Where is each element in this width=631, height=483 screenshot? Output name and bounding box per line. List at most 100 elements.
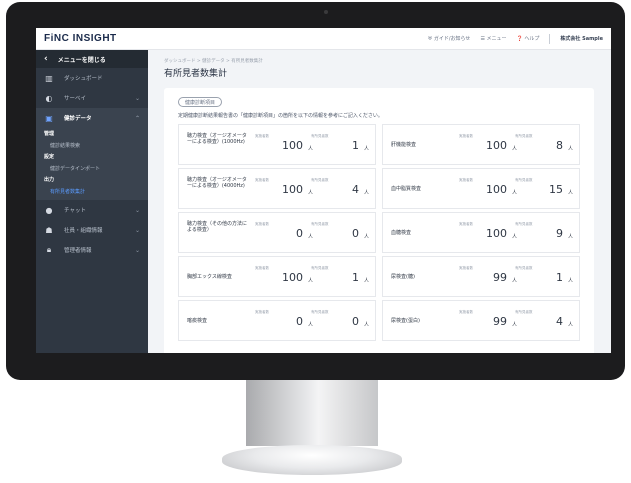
divider bbox=[549, 33, 551, 44]
exam-cell: 尿検査(糖) 実施者数 有所見者数 99 人 1 人 bbox=[382, 256, 580, 297]
findings-unit: 人 bbox=[567, 322, 573, 328]
exam-cell: 肝機能検査 実施者数 有所見者数 100 人 8 人 bbox=[382, 124, 580, 165]
submenu-item-findings-count[interactable]: 有所見者数集計 bbox=[36, 185, 148, 197]
app-logo[interactable]: FiNC INSIGHT bbox=[36, 33, 148, 44]
submenu-item-data-import[interactable]: 健診データインポート bbox=[36, 162, 148, 174]
exam-cell: 尿検査(蛋白) 実施者数 有所見者数 99 人 4 人 bbox=[382, 300, 580, 341]
sidebar: ‹ メニューを閉じる ▥ ダッシュボード ◐ サーベイ ⌄ ▣ 健診データ ⌃ … bbox=[36, 50, 148, 353]
exam-name: 尿検査(蛋白) bbox=[391, 318, 420, 324]
camera-dot bbox=[324, 10, 328, 14]
findings-label: 有所見者数 bbox=[515, 222, 533, 226]
exam-name: 胸部エックス線検査 bbox=[187, 274, 232, 280]
findings-label: 有所見者数 bbox=[515, 134, 533, 138]
exam-cell: 聴力検査（オージオメーターによる検査）(1000Hz) 実施者数 有所見者数 100 人… bbox=[178, 124, 376, 165]
person-icon: ☗ bbox=[45, 225, 53, 235]
findings-count: 1 bbox=[352, 271, 359, 284]
sidebar-item-dashboard[interactable]: ▥ ダッシュボード bbox=[36, 68, 148, 88]
guide-link[interactable]: ♅ ガイド/お知らせ bbox=[428, 35, 471, 42]
clipboard-icon: ▣ bbox=[45, 113, 53, 123]
findings-count: 8 bbox=[556, 139, 563, 152]
findings-unit: 人 bbox=[567, 278, 573, 284]
breadcrumb[interactable]: ダッシュボード > 健診データ > 有所見者数集計 bbox=[164, 58, 263, 64]
findings-label: 有所見者数 bbox=[311, 310, 329, 314]
implemented-label: 実施者数 bbox=[459, 310, 473, 314]
survey-icon: ◐ bbox=[45, 93, 53, 103]
top-bar: FiNC INSIGHT ♅ ガイド/お知らせ ☰ メニュー ❓ ヘルプ 株式会… bbox=[36, 28, 611, 50]
close-menu-button[interactable]: ‹ メニューを閉じる bbox=[36, 50, 148, 68]
findings-unit: 人 bbox=[363, 322, 369, 328]
exam-cell: 聴力検査（オージオメーターによる検査）(4000Hz) 実施者数 有所見者数 100 人… bbox=[178, 168, 376, 209]
implemented-unit: 人 bbox=[307, 146, 313, 152]
exam-name: 聴力検査（その他の方法による検査） bbox=[187, 221, 248, 234]
findings-unit: 人 bbox=[567, 190, 573, 196]
exam-name: 血糖検査 bbox=[391, 230, 412, 236]
submenu-item-result-search[interactable]: 健診結果検索 bbox=[36, 139, 148, 151]
implemented-count: 100 bbox=[282, 271, 303, 284]
help-link[interactable]: ❓ ヘルプ bbox=[517, 35, 540, 42]
exam-cell: 胸部エックス線検査 実施者数 有所見者数 100 人 1 人 bbox=[178, 256, 376, 297]
implemented-count: 0 bbox=[296, 315, 303, 328]
monitor-stand-base bbox=[222, 445, 402, 475]
findings-label: 有所見者数 bbox=[515, 310, 533, 314]
exam-name: 聴力検査（オージオメーターによる検査）(1000Hz) bbox=[187, 133, 247, 146]
implemented-count: 100 bbox=[282, 183, 303, 196]
company-name[interactable]: 株式会社 Sample bbox=[560, 35, 603, 42]
implemented-count: 0 bbox=[296, 227, 303, 240]
implemented-label: 実施者数 bbox=[255, 266, 269, 270]
menu-link[interactable]: ☰ メニュー bbox=[480, 35, 506, 42]
section-tag: 健康診断項目 bbox=[178, 97, 223, 107]
findings-unit: 人 bbox=[363, 190, 369, 196]
implemented-label: 実施者数 bbox=[459, 134, 473, 138]
exam-name: 聴力検査（オージオメーターによる検査）(4000Hz) bbox=[187, 177, 247, 190]
health-data-submenu: 管理 健診結果検索 設定 健診データインポート 出力 有所見者数集計 bbox=[36, 128, 148, 200]
sidebar-item-employees[interactable]: ☗ 社員・組織情報 ⌄ bbox=[36, 220, 148, 240]
findings-label: 有所見者数 bbox=[311, 178, 329, 182]
implemented-unit: 人 bbox=[511, 146, 517, 152]
submenu-heading-manage: 管理 bbox=[44, 131, 55, 137]
lock-icon: 🔒︎ bbox=[46, 245, 52, 254]
sidebar-item-health-data[interactable]: ▣ 健診データ ⌃ bbox=[36, 108, 148, 128]
findings-label: 有所見者数 bbox=[311, 266, 329, 270]
bell-icon: ♅ bbox=[427, 36, 433, 42]
implemented-label: 実施者数 bbox=[255, 222, 269, 226]
implemented-count: 100 bbox=[282, 139, 303, 152]
findings-count: 9 bbox=[556, 227, 563, 240]
implemented-count: 100 bbox=[486, 139, 507, 152]
implemented-label: 実施者数 bbox=[459, 222, 473, 226]
chevron-down-icon: ⌄ bbox=[134, 246, 140, 254]
implemented-unit: 人 bbox=[511, 322, 517, 328]
implemented-unit: 人 bbox=[307, 322, 313, 328]
implemented-count: 99 bbox=[493, 271, 507, 284]
exam-name: 血中脂質検査 bbox=[391, 186, 422, 192]
top-links: ♅ ガイド/お知らせ ☰ メニュー ❓ ヘルプ 株式会社 Sample bbox=[428, 33, 611, 44]
exam-cell: 血糖検査 実施者数 有所見者数 100 人 9 人 bbox=[382, 212, 580, 253]
implemented-unit: 人 bbox=[307, 234, 313, 240]
chevron-down-icon: ⌄ bbox=[134, 94, 140, 102]
findings-count: 4 bbox=[352, 183, 359, 196]
findings-unit: 人 bbox=[363, 278, 369, 284]
findings-label: 有所見者数 bbox=[515, 266, 533, 270]
chevron-down-icon: ⌄ bbox=[134, 206, 140, 214]
bar-chart-icon: ▥ bbox=[45, 73, 53, 83]
chat-icon: ● bbox=[45, 205, 53, 215]
findings-label: 有所見者数 bbox=[515, 178, 533, 182]
menu-icon: ☰ bbox=[480, 36, 485, 42]
implemented-label: 実施者数 bbox=[255, 134, 269, 138]
help-icon: ❓ bbox=[516, 36, 523, 42]
chevron-left-icon: ‹ bbox=[44, 54, 48, 64]
exam-cell: 血中脂質検査 実施者数 有所見者数 100 人 15 人 bbox=[382, 168, 580, 209]
sidebar-item-admin[interactable]: 🔒︎ 管理者情報 ⌄ bbox=[36, 240, 148, 260]
implemented-unit: 人 bbox=[307, 278, 313, 284]
implemented-unit: 人 bbox=[511, 234, 517, 240]
submenu-heading-output: 出力 bbox=[44, 177, 55, 183]
implemented-label: 実施者数 bbox=[459, 178, 473, 182]
findings-count: 1 bbox=[556, 271, 563, 284]
sidebar-item-chat[interactable]: ● チャット ⌄ bbox=[36, 200, 148, 220]
findings-count: 1 bbox=[352, 139, 359, 152]
sidebar-item-survey[interactable]: ◐ サーベイ ⌄ bbox=[36, 88, 148, 108]
implemented-unit: 人 bbox=[511, 278, 517, 284]
implemented-label: 実施者数 bbox=[255, 178, 269, 182]
findings-count: 4 bbox=[556, 315, 563, 328]
implemented-count: 99 bbox=[493, 315, 507, 328]
implemented-unit: 人 bbox=[307, 190, 313, 196]
